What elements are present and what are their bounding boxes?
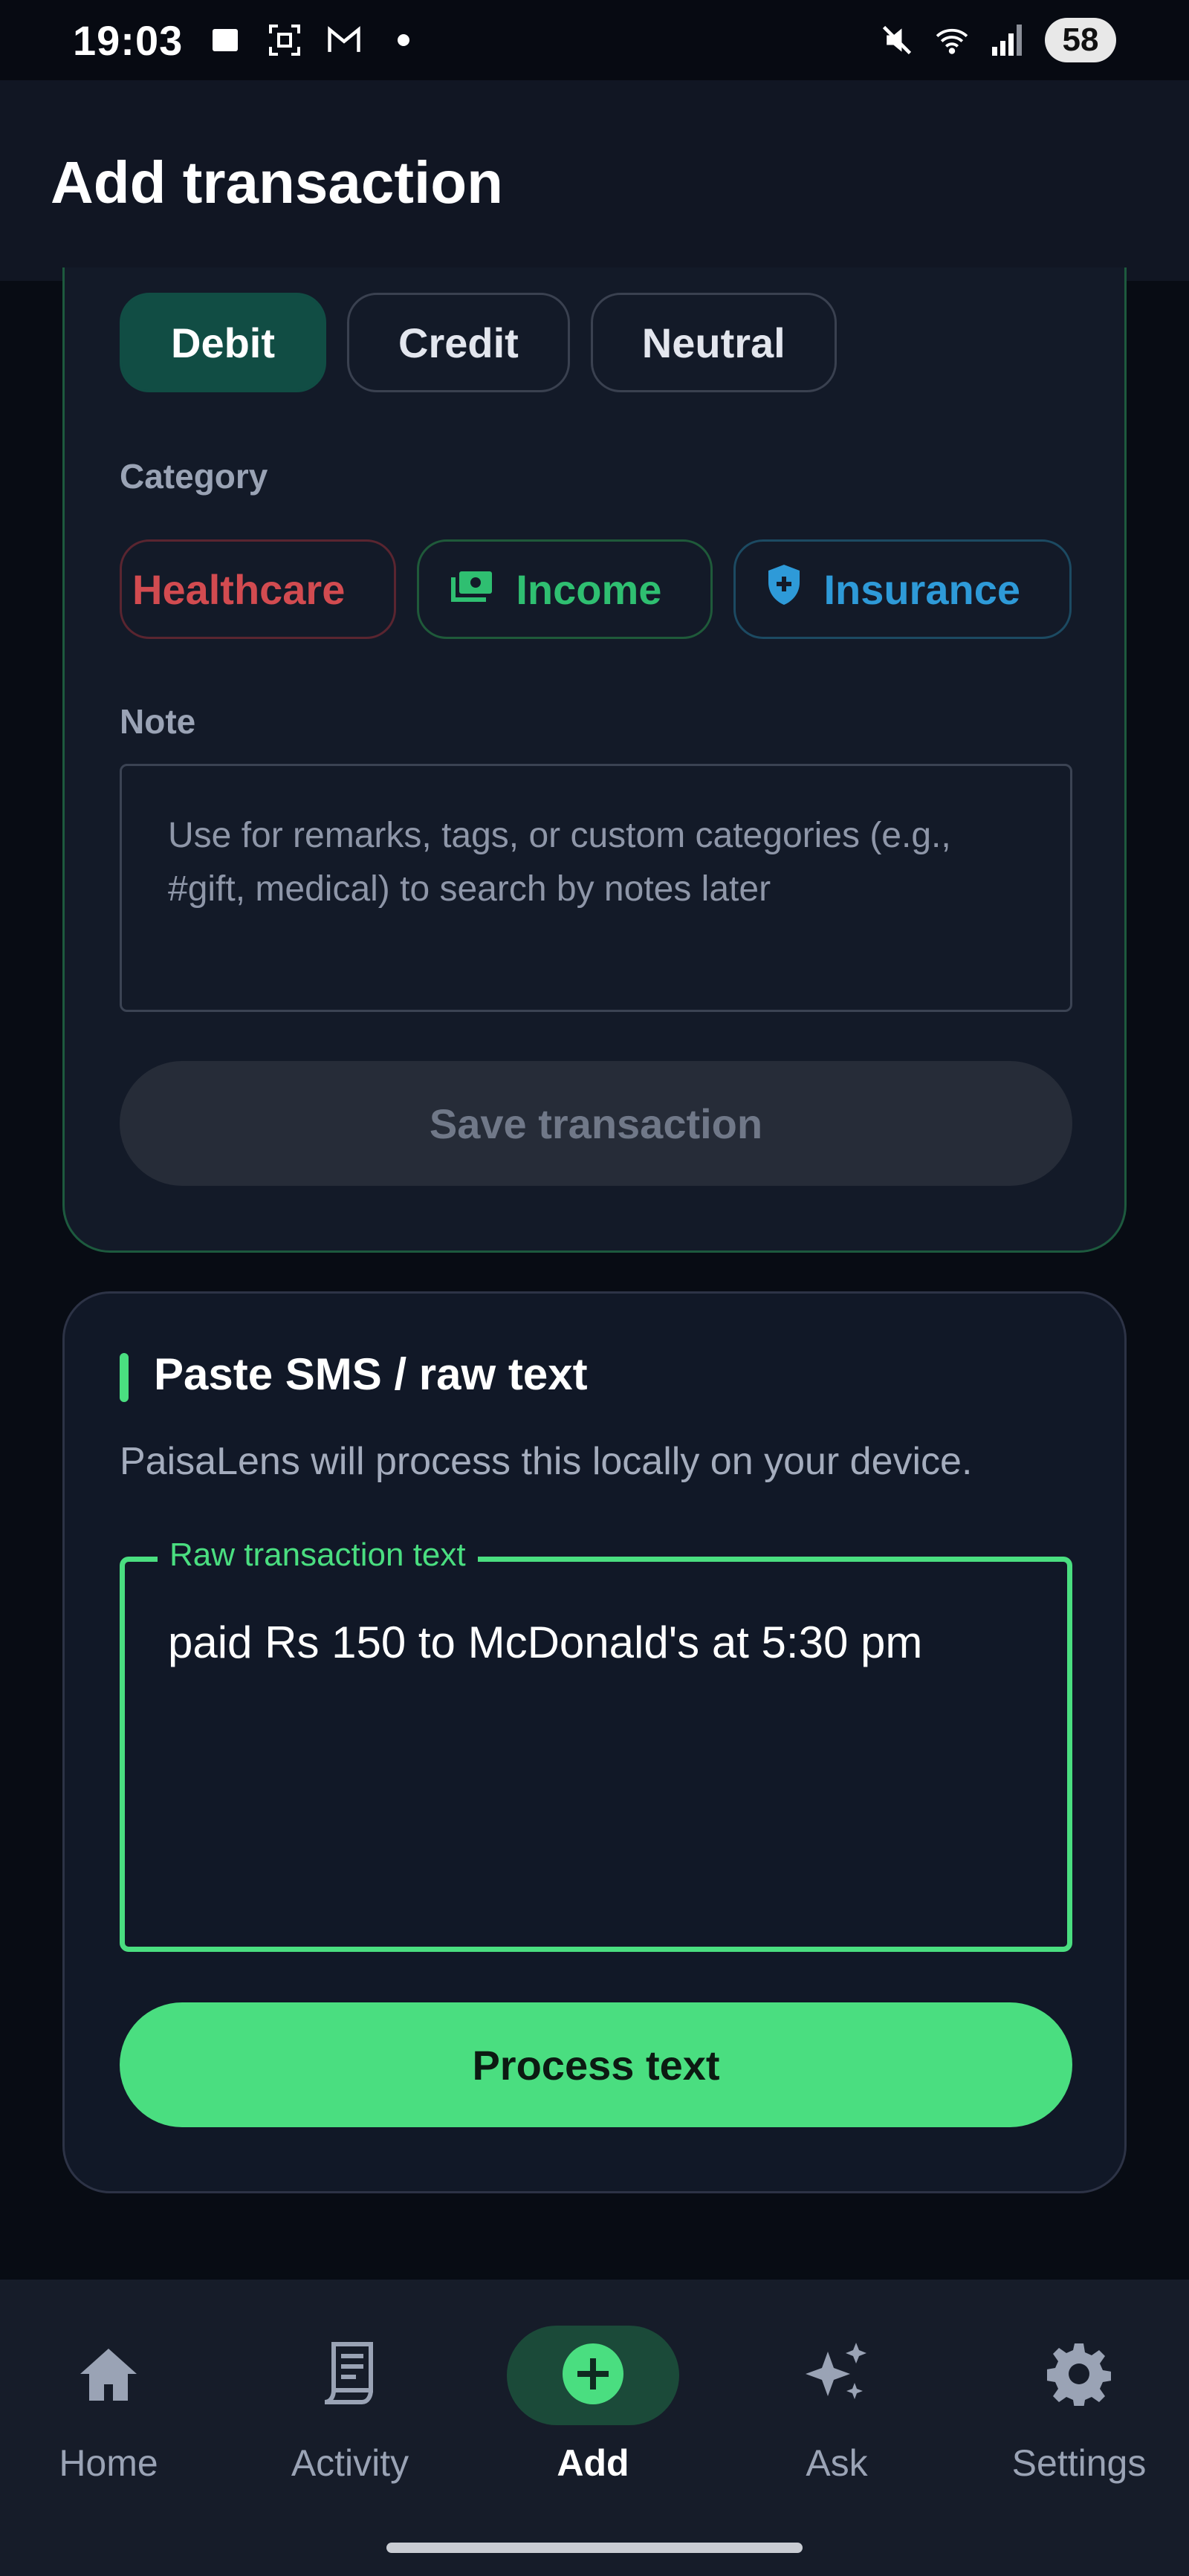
- transaction-type-selector: Debit Credit Neutral: [120, 293, 837, 392]
- add-circle-icon: [561, 2342, 625, 2410]
- category-chip-label: Income: [516, 565, 662, 613]
- note-label: Note: [120, 702, 196, 741]
- dot-icon: [386, 23, 421, 57]
- image-icon: [208, 23, 242, 57]
- category-chip-label: Insurance: [823, 565, 1020, 613]
- category-chip-income[interactable]: Income: [417, 539, 713, 639]
- nav-label-activity: Activity: [291, 2442, 409, 2484]
- nav-item-activity[interactable]: Activity: [253, 2326, 447, 2485]
- nav-label-home: Home: [59, 2442, 158, 2484]
- home-icon: [77, 2346, 140, 2406]
- nav-item-ask[interactable]: Ask: [740, 2326, 933, 2485]
- raw-text-field-label: Raw transaction text: [158, 1537, 478, 1574]
- receipt-icon: [322, 2341, 378, 2410]
- type-chip-credit[interactable]: Credit: [347, 293, 570, 392]
- page-title: Add transaction: [51, 149, 503, 215]
- mute-icon: [880, 23, 914, 57]
- type-chip-neutral[interactable]: Neutral: [590, 293, 837, 392]
- gear-icon: [1046, 2342, 1112, 2410]
- raw-text-input[interactable]: Raw transaction text paid Rs 150 to McDo…: [120, 1537, 1072, 1952]
- category-chips: Healthcare Income Insurance: [120, 539, 1072, 639]
- nav-item-add[interactable]: Add: [496, 2326, 690, 2485]
- title-accent-bar: [120, 1353, 129, 1402]
- save-transaction-button[interactable]: Save transaction: [120, 1061, 1072, 1186]
- sms-section-title: Paste SMS / raw text: [154, 1349, 588, 1399]
- signal-icon: [990, 23, 1024, 57]
- category-label: Category: [120, 457, 268, 496]
- bottom-navigation: Home Activity Add Ask Settings: [0, 2280, 1189, 2576]
- nav-item-home[interactable]: Home: [12, 2326, 205, 2485]
- nav-label-add: Add: [557, 2442, 629, 2484]
- sparkle-icon: [801, 2340, 872, 2412]
- nav-label-settings: Settings: [1011, 2442, 1147, 2484]
- process-text-button[interactable]: Process text: [120, 2002, 1072, 2127]
- transaction-form-card: Debit Credit Neutral Category Healthcare…: [62, 267, 1127, 1253]
- screenshot-icon: [268, 23, 302, 57]
- gmail-icon: [327, 23, 361, 57]
- wifi-icon: [935, 23, 969, 57]
- cash-icon: [449, 565, 495, 614]
- type-chip-debit[interactable]: Debit: [120, 293, 326, 392]
- category-chip-insurance[interactable]: Insurance: [733, 539, 1072, 639]
- category-chip-healthcare[interactable]: Healthcare: [120, 539, 397, 639]
- status-bar: 19:03 58: [0, 0, 1189, 80]
- paste-sms-card: Paste SMS / raw text PaisaLens will proc…: [62, 1291, 1127, 2193]
- app-bar: Add transaction: [0, 80, 1189, 281]
- shield-plus-icon: [765, 563, 803, 616]
- battery-indicator: 58: [1045, 18, 1116, 62]
- category-chip-label: Healthcare: [132, 565, 346, 613]
- status-time: 19:03: [73, 16, 184, 64]
- home-indicator[interactable]: [386, 2543, 803, 2553]
- note-input[interactable]: Use for remarks, tags, or custom categor…: [120, 764, 1072, 1012]
- nav-label-ask: Ask: [806, 2442, 868, 2484]
- raw-text-value: paid Rs 150 to McDonald's at 5:30 pm: [168, 1618, 923, 1667]
- nav-item-settings[interactable]: Settings: [982, 2326, 1176, 2485]
- sms-section-subtitle: PaisaLens will process this locally on y…: [120, 1440, 973, 1483]
